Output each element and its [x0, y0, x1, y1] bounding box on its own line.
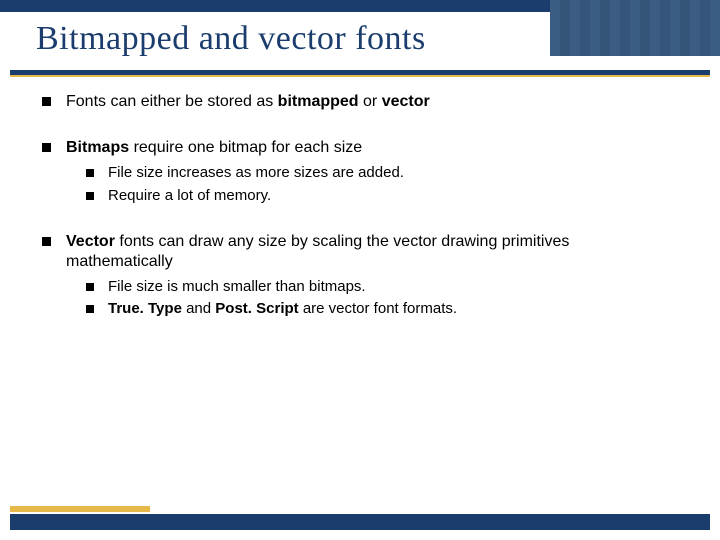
- bullet-text: Vector fonts can draw any size by scalin…: [66, 233, 569, 270]
- slide-title: Bitmapped and vector fonts: [36, 20, 684, 58]
- list-item: Vector fonts can draw any size by scalin…: [42, 232, 678, 320]
- sub-bullet-list: File size increases as more sizes are ad…: [86, 164, 678, 206]
- bullet-text: True. Type and Post. Script are vector f…: [108, 300, 457, 317]
- content-area: Fonts can either be stored as bitmapped …: [42, 92, 678, 345]
- bullet-text: File size is much smaller than bitmaps.: [108, 278, 366, 295]
- list-item: Bitmaps require one bitmap for each size…: [42, 138, 678, 206]
- list-item: File size is much smaller than bitmaps.: [86, 278, 678, 297]
- list-item: True. Type and Post. Script are vector f…: [86, 300, 678, 319]
- footer-bar: [10, 514, 710, 530]
- slide: Bitmapped and vector fonts Fonts can eit…: [0, 0, 720, 540]
- header-band: [0, 0, 720, 12]
- bullet-text: File size increases as more sizes are ad…: [108, 164, 404, 181]
- list-item: File size increases as more sizes are ad…: [86, 164, 678, 183]
- title-rule: [10, 70, 710, 77]
- sub-bullet-list: File size is much smaller than bitmaps. …: [86, 278, 678, 320]
- bullet-text: Fonts can either be stored as bitmapped …: [66, 93, 430, 110]
- list-item: Require a lot of memory.: [86, 187, 678, 206]
- bullet-text: Require a lot of memory.: [108, 187, 271, 204]
- bullet-text: Bitmaps require one bitmap for each size: [66, 139, 362, 156]
- list-item: Fonts can either be stored as bitmapped …: [42, 92, 678, 112]
- bullet-list: Fonts can either be stored as bitmapped …: [42, 92, 678, 319]
